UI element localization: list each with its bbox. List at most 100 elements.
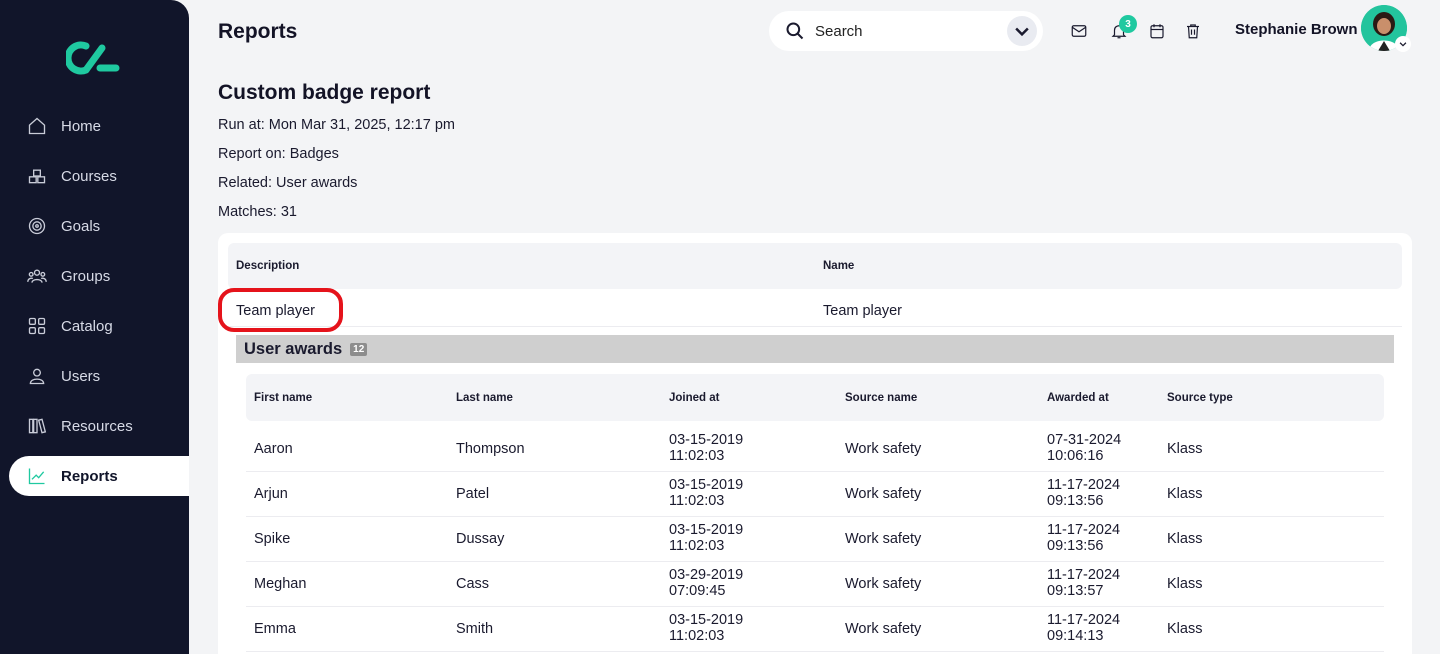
column-header-description[interactable]: Description xyxy=(236,260,299,272)
sidebar-item-home[interactable]: Home xyxy=(0,106,189,146)
table-row[interactable]: Spike Dussay 03-15-2019 11:02:03 Work saf… xyxy=(246,517,1384,562)
report-table-card: Description Name Team player Team player… xyxy=(218,233,1412,654)
sidebar-item-label: Users xyxy=(61,367,101,385)
joined-date: 03-15-2019 xyxy=(669,612,744,628)
sidebar-item-label: Catalog xyxy=(61,317,113,335)
joined-date: 03-29-2019 xyxy=(669,567,744,583)
home-icon xyxy=(27,116,47,136)
cell-source-type: Klass xyxy=(1167,621,1203,637)
cell-first-name: Aaron xyxy=(254,441,293,457)
report-matches: Matches: 31 xyxy=(218,204,297,220)
awarded-date: 11-17-2024 xyxy=(1047,522,1121,538)
sidebar-item-label: Goals xyxy=(61,217,101,235)
user-name[interactable]: Stephanie Brown xyxy=(1235,21,1358,38)
calendar-icon[interactable] xyxy=(1147,21,1167,41)
report-related: Related: User awards xyxy=(218,175,358,191)
table-row[interactable]: Aaron Thompson 03-15-2019 11:02:03 Work s… xyxy=(246,427,1384,472)
mail-icon[interactable] xyxy=(1069,21,1089,41)
search-dropdown-button[interactable] xyxy=(1007,16,1037,46)
column-header-joined-at[interactable]: Joined at xyxy=(669,392,719,404)
table-header: Description Name xyxy=(228,243,1402,289)
catalog-icon xyxy=(27,316,47,336)
joined-date: 03-15-2019 xyxy=(669,522,744,538)
cell-last-name: Patel xyxy=(456,486,490,502)
search-input[interactable] xyxy=(815,22,995,40)
sidebar-item-label: Reports xyxy=(61,467,118,485)
goals-icon xyxy=(27,216,47,236)
awarded-time: 09:13:56 xyxy=(1047,538,1104,554)
report-on: Report on: Badges xyxy=(218,146,339,162)
cell-awarded-at: 11-17-2024 09:13:57 xyxy=(1047,567,1120,599)
awarded-date: 07-31-2024 xyxy=(1047,432,1122,448)
awarded-time: 09:13:57 xyxy=(1047,583,1104,599)
sidebar-item-label: Home xyxy=(61,117,102,135)
cell-joined-at: 03-15-2019 11:02:03 xyxy=(669,432,743,464)
column-header-source-name[interactable]: Source name xyxy=(845,392,917,404)
chevron-down-icon xyxy=(1015,27,1029,37)
page-title: Reports xyxy=(218,20,298,43)
report-run-at: Run at: Mon Mar 31, 2025, 12:17 pm xyxy=(218,117,455,133)
cell-first-name: Spike xyxy=(254,531,291,547)
table-row[interactable]: Meghan Cass 03-29-2019 07:09:45 Work safe… xyxy=(246,562,1384,607)
joined-time: 11:02:03 xyxy=(669,628,725,644)
highlight-annotation xyxy=(218,288,343,332)
joined-time: 11:02:03 xyxy=(669,538,725,554)
sidebar-item-courses[interactable]: Courses xyxy=(0,156,189,196)
cell-first-name: Meghan xyxy=(254,576,307,592)
awarded-time: 10:06:16 xyxy=(1047,448,1104,464)
trash-icon[interactable] xyxy=(1183,21,1203,41)
column-header-first-name[interactable]: First name xyxy=(254,392,312,404)
cell-joined-at: 03-15-2019 11:02:03 xyxy=(669,612,743,644)
sidebar-item-goals[interactable]: Goals xyxy=(0,206,189,246)
table-row[interactable]: Arjun Patel 03-15-2019 11:02:03 Work safe… xyxy=(246,472,1384,517)
cell-first-name: Arjun xyxy=(254,486,288,502)
sidebar-item-users[interactable]: Users xyxy=(0,356,189,396)
sidebar-nav: Home Courses Goals Groups Catalog Users … xyxy=(0,106,189,506)
report-title: Custom badge report xyxy=(218,81,431,104)
cell-source-name: Work safety xyxy=(845,441,922,457)
column-header-source-type[interactable]: Source type xyxy=(1167,392,1233,404)
sidebar-item-label: Courses xyxy=(61,167,117,185)
sidebar-item-catalog[interactable]: Catalog xyxy=(0,306,189,346)
account-menu-toggle[interactable] xyxy=(1395,36,1411,52)
sidebar-item-groups[interactable]: Groups xyxy=(0,256,189,296)
cell-awarded-at: 11-17-2024 09:14:13 xyxy=(1047,612,1120,644)
cell-last-name: Thompson xyxy=(456,441,525,457)
cell-source-type: Klass xyxy=(1167,531,1203,547)
brand-logo[interactable] xyxy=(66,40,120,76)
column-header-last-name[interactable]: Last name xyxy=(456,392,513,404)
cell-source-name: Work safety xyxy=(845,486,922,502)
cell-source-type: Klass xyxy=(1167,441,1203,457)
column-header-name[interactable]: Name xyxy=(823,260,854,272)
notification-badge: 3 xyxy=(1119,15,1137,33)
resources-icon xyxy=(27,416,47,436)
cell-source-name: Work safety xyxy=(845,576,922,592)
sidebar-item-resources[interactable]: Resources xyxy=(0,406,189,446)
cell-source-name: Work safety xyxy=(845,531,922,547)
table-row[interactable]: Team player Team player xyxy=(228,289,1402,327)
joined-time: 07:09:45 xyxy=(669,583,726,599)
search-bar[interactable] xyxy=(769,11,1043,51)
reports-icon xyxy=(27,466,47,486)
column-header-awarded-at[interactable]: Awarded at xyxy=(1047,392,1109,404)
subreport-header[interactable]: User awards 12 xyxy=(236,335,1394,363)
cell-first-name: Emma xyxy=(254,621,296,637)
cell-source-type: Klass xyxy=(1167,576,1203,592)
cell-last-name: Dussay xyxy=(456,531,505,547)
chevron-down-icon xyxy=(1399,42,1407,47)
cell-last-name: Cass xyxy=(456,576,490,592)
sidebar: Home Courses Goals Groups Catalog Users … xyxy=(0,0,189,654)
cell-source-name: Work safety xyxy=(845,621,922,637)
awarded-time: 09:13:56 xyxy=(1047,493,1104,509)
sidebar-item-reports[interactable]: Reports xyxy=(9,456,189,496)
cell-awarded-at: 11-17-2024 09:13:56 xyxy=(1047,477,1120,509)
cell-joined-at: 03-15-2019 11:02:03 xyxy=(669,477,743,509)
joined-time: 11:02:03 xyxy=(669,493,725,509)
subreport-title: User awards xyxy=(244,339,343,358)
cell-joined-at: 03-29-2019 07:09:45 xyxy=(669,567,743,599)
table-row[interactable]: Emma Smith 03-15-2019 11:02:03 Work safet… xyxy=(246,607,1384,652)
joined-time: 11:02:03 xyxy=(669,448,725,464)
users-icon xyxy=(27,366,47,386)
joined-date: 03-15-2019 xyxy=(669,432,744,448)
groups-icon xyxy=(27,266,47,286)
